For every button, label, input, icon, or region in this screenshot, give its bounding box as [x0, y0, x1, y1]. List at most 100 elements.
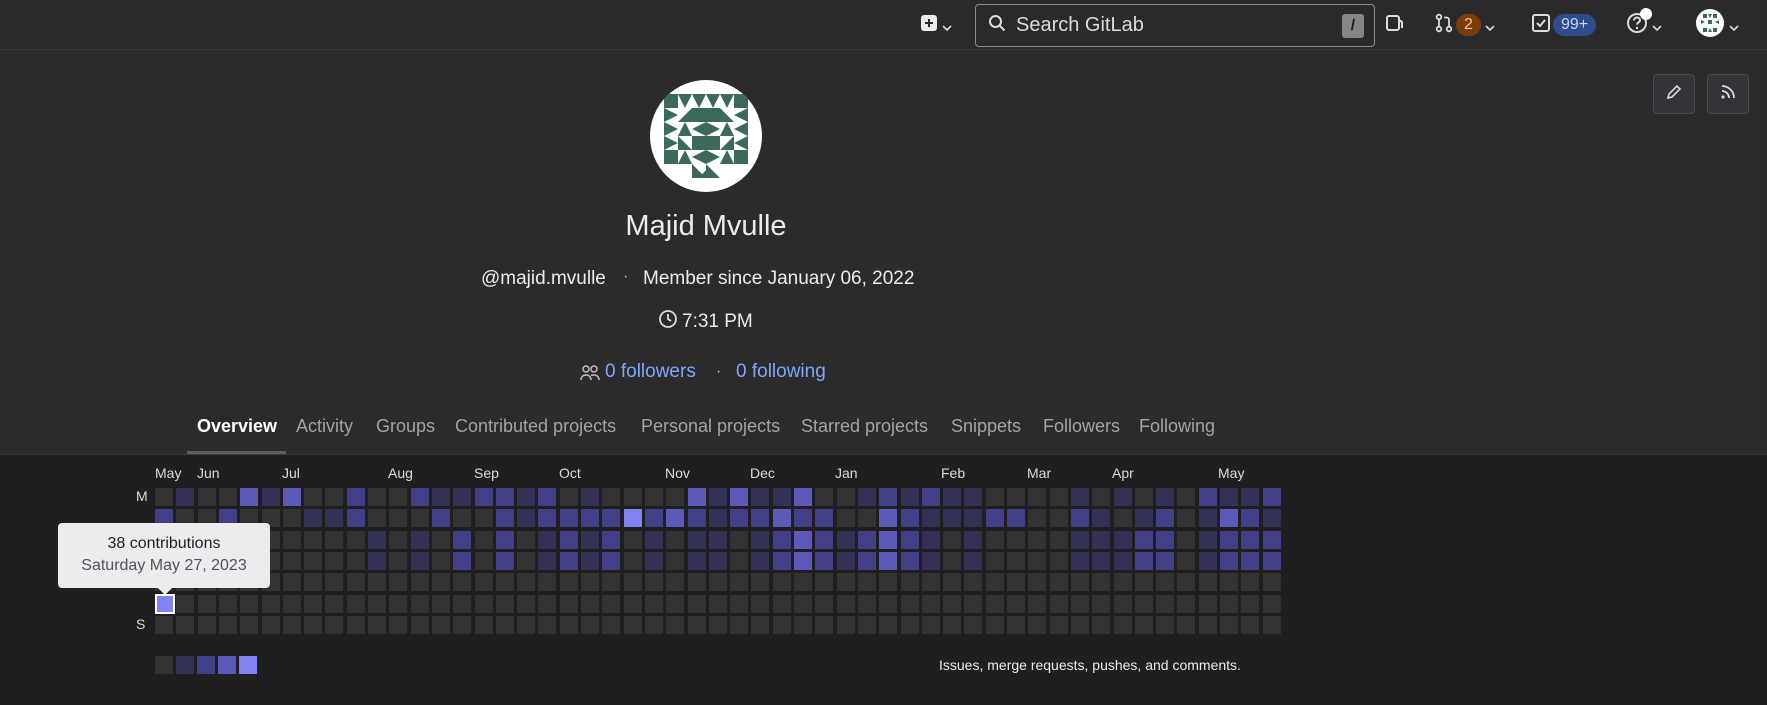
contribution-day-cell[interactable] — [1092, 488, 1110, 506]
contribution-day-cell[interactable] — [1114, 595, 1132, 613]
contribution-day-cell[interactable] — [1007, 509, 1025, 527]
contribution-day-cell[interactable] — [1263, 552, 1281, 570]
contribution-day-cell[interactable] — [1007, 616, 1025, 634]
contribution-day-cell[interactable] — [858, 595, 876, 613]
contribution-day-cell[interactable] — [538, 488, 556, 506]
contribution-day-cell[interactable] — [709, 509, 727, 527]
contribution-day-cell[interactable] — [1028, 616, 1046, 634]
contribution-day-cell[interactable] — [475, 552, 493, 570]
contribution-day-cell[interactable] — [879, 509, 897, 527]
contribution-day-cell[interactable] — [730, 531, 748, 549]
contribution-day-cell[interactable] — [645, 552, 663, 570]
contribution-day-cell[interactable] — [901, 531, 919, 549]
contribution-day-cell[interactable] — [1199, 595, 1217, 613]
contribution-day-cell[interactable] — [517, 509, 535, 527]
contribution-day-cell[interactable] — [1135, 573, 1153, 591]
contribution-day-cell[interactable] — [1071, 552, 1089, 570]
contribution-day-cell[interactable] — [262, 595, 280, 613]
contribution-day-cell[interactable] — [1241, 531, 1259, 549]
contribution-day-cell[interactable] — [794, 616, 812, 634]
contribution-day-cell[interactable] — [517, 616, 535, 634]
contribution-day-cell[interactable] — [773, 531, 791, 549]
contribution-day-cell[interactable] — [453, 531, 471, 549]
contribution-day-cell[interactable] — [347, 509, 365, 527]
contribution-day-cell[interactable] — [1263, 595, 1281, 613]
contribution-day-cell[interactable] — [1028, 531, 1046, 549]
contribution-day-cell[interactable] — [304, 573, 322, 591]
contribution-day-cell[interactable] — [1263, 531, 1281, 549]
contribution-day-cell[interactable] — [347, 616, 365, 634]
contribution-day-cell[interactable] — [517, 552, 535, 570]
followers-link[interactable]: 0 followers — [605, 361, 696, 383]
contribution-day-cell[interactable] — [1050, 488, 1068, 506]
contribution-day-cell[interactable] — [858, 573, 876, 591]
contribution-day-cell[interactable] — [538, 552, 556, 570]
tab-contributed-projects[interactable]: Contributed projects — [455, 416, 616, 437]
contribution-day-cell[interactable] — [624, 595, 642, 613]
contribution-day-cell[interactable] — [240, 595, 258, 613]
contribution-day-cell[interactable] — [624, 509, 642, 527]
contribution-day-cell[interactable] — [347, 595, 365, 613]
contribution-day-cell[interactable] — [922, 573, 940, 591]
contribution-day-cell[interactable] — [1220, 531, 1238, 549]
contribution-day-cell[interactable] — [581, 595, 599, 613]
contribution-day-cell[interactable] — [922, 509, 940, 527]
user-menu-button[interactable] — [1695, 0, 1739, 50]
contribution-day-cell[interactable] — [1177, 488, 1195, 506]
contribution-day-cell[interactable] — [496, 573, 514, 591]
contribution-day-cell[interactable] — [837, 595, 855, 613]
contribution-day-cell[interactable] — [837, 616, 855, 634]
contribution-day-cell[interactable] — [496, 552, 514, 570]
contribution-day-cell[interactable] — [411, 573, 429, 591]
contribution-day-cell[interactable] — [730, 616, 748, 634]
contribution-day-cell[interactable] — [1050, 531, 1068, 549]
contribution-day-cell[interactable] — [1220, 595, 1238, 613]
contribution-day-cell[interactable] — [964, 573, 982, 591]
contribution-day-cell[interactable] — [262, 616, 280, 634]
contribution-day-cell[interactable] — [1114, 573, 1132, 591]
contribution-day-cell[interactable] — [475, 531, 493, 549]
contribution-day-cell[interactable] — [475, 616, 493, 634]
contribution-day-cell[interactable] — [262, 488, 280, 506]
contribution-day-cell[interactable] — [858, 509, 876, 527]
contribution-day-cell[interactable] — [837, 488, 855, 506]
contribution-day-cell[interactable] — [1220, 509, 1238, 527]
contribution-day-cell[interactable] — [325, 552, 343, 570]
contribution-day-cell[interactable] — [304, 531, 322, 549]
contribution-day-cell[interactable] — [453, 552, 471, 570]
contribution-day-cell[interactable] — [1135, 595, 1153, 613]
contribution-day-cell[interactable] — [176, 616, 194, 634]
contribution-day-cell[interactable] — [1114, 531, 1132, 549]
contribution-day-cell[interactable] — [943, 531, 961, 549]
contribution-day-cell[interactable] — [815, 509, 833, 527]
contribution-day-cell[interactable] — [624, 552, 642, 570]
contribution-day-cell[interactable] — [1241, 595, 1259, 613]
tab-starred-projects[interactable]: Starred projects — [801, 416, 928, 437]
contribution-day-cell[interactable] — [411, 552, 429, 570]
contribution-day-cell[interactable] — [794, 509, 812, 527]
contribution-day-cell[interactable] — [283, 595, 301, 613]
contribution-day-cell[interactable] — [475, 488, 493, 506]
contribution-day-cell[interactable] — [389, 616, 407, 634]
contribution-day-cell[interactable] — [922, 488, 940, 506]
contribution-day-cell[interactable] — [1156, 595, 1174, 613]
contribution-day-cell[interactable] — [389, 552, 407, 570]
contribution-day-cell[interactable] — [794, 552, 812, 570]
contribution-day-cell[interactable] — [666, 488, 684, 506]
contribution-day-cell[interactable] — [1220, 616, 1238, 634]
contribution-day-cell[interactable] — [432, 509, 450, 527]
tab-activity[interactable]: Activity — [296, 416, 353, 437]
contribution-day-cell[interactable] — [453, 595, 471, 613]
contribution-day-cell[interactable] — [1220, 488, 1238, 506]
contribution-day-cell[interactable] — [453, 573, 471, 591]
contribution-day-cell[interactable] — [1220, 573, 1238, 591]
contribution-day-cell[interactable] — [815, 616, 833, 634]
contribution-day-cell[interactable] — [538, 531, 556, 549]
contribution-day-cell[interactable] — [964, 531, 982, 549]
new-menu-button[interactable] — [920, 0, 952, 50]
contribution-day-cell[interactable] — [901, 509, 919, 527]
contribution-day-cell[interactable] — [666, 616, 684, 634]
contribution-day-cell[interactable] — [517, 595, 535, 613]
contribution-day-cell[interactable] — [1071, 488, 1089, 506]
contribution-day-cell[interactable] — [560, 616, 578, 634]
